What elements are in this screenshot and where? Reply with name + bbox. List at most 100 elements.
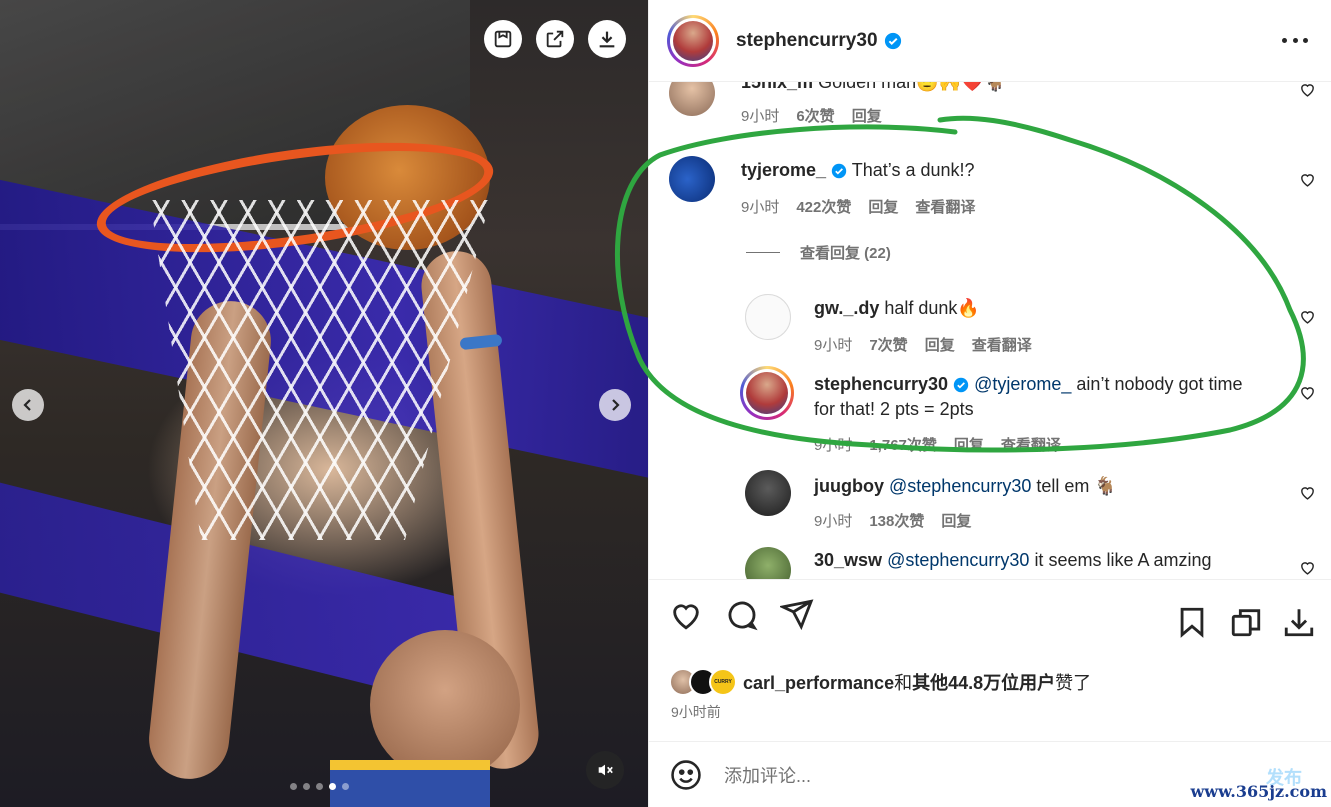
copy-icon[interactable] — [1229, 605, 1263, 639]
post-detail-panel: stephencurry30 15nix_m Golden man🫡🙌❤️🐐 9… — [648, 0, 1331, 807]
view-replies-button[interactable]: 查看回复 (22) — [746, 242, 891, 263]
comment-content: half dunk🔥 — [884, 298, 980, 318]
chevron-right-icon[interactable] — [599, 389, 631, 421]
comment-time: 9小时 — [741, 199, 780, 216]
view-replies-label: 查看回复 (22) — [800, 245, 891, 262]
watermark: www.365jz.com — [1190, 782, 1327, 801]
likes-summary[interactable]: CURRY carl_performance和其他44.8万位用户赞了 — [669, 668, 1091, 696]
comment-time: 9小时 — [814, 513, 853, 530]
likes-suffix: 赞了 — [1055, 673, 1092, 693]
comment-mention[interactable]: @stephencurry30 — [889, 476, 1031, 496]
comment-content: for that! 2 pts = 2pts — [814, 399, 974, 419]
hoop-net — [150, 200, 490, 540]
open-external-icon[interactable] — [536, 20, 574, 58]
commenter-avatar[interactable] — [669, 82, 715, 116]
comment-username[interactable]: stephencurry30 — [814, 374, 948, 394]
comment-like-count[interactable]: 7次赞 — [869, 334, 907, 355]
comment-time: 9小时 — [814, 437, 853, 454]
comment-like-count[interactable]: 6次赞 — [796, 105, 834, 126]
carousel-dot — [290, 783, 297, 790]
see-translation-button[interactable]: 查看翻译 — [915, 196, 975, 217]
comment-text: tyjerome_ That’s a dunk!? — [741, 158, 975, 183]
comment-text: 15nix_m Golden man🫡🙌❤️🐐 — [741, 82, 1006, 95]
comment-content: That’s a dunk!? — [851, 160, 975, 180]
save-to-collection-icon[interactable] — [484, 20, 522, 58]
carousel-dot — [303, 783, 310, 790]
comment-username[interactable]: juugboy — [814, 476, 884, 496]
comment-mention[interactable]: @tyjerome_ — [974, 374, 1071, 394]
comment-username[interactable]: tyjerome_ — [741, 160, 826, 180]
post-actions — [649, 579, 1331, 661]
comment-username[interactable]: gw._.dy — [814, 298, 879, 318]
reply-button[interactable]: 回复 — [852, 105, 882, 126]
heart-icon[interactable] — [1299, 82, 1316, 98]
player-jersey — [330, 760, 490, 807]
heart-icon[interactable] — [1299, 384, 1316, 401]
comment-text: 30_wsw @stephencurry30 it seems like A a… — [814, 548, 1212, 573]
reply-button[interactable]: 回复 — [954, 434, 984, 455]
comment-like-count[interactable]: 422次赞 — [796, 196, 851, 217]
commenter-avatar[interactable] — [745, 470, 791, 516]
see-translation-button[interactable]: 查看翻译 — [972, 334, 1032, 355]
comment-username[interactable]: 30_wsw — [814, 550, 882, 570]
comment-content: ain’t nobody got time — [1076, 374, 1243, 394]
post-media[interactable] — [0, 0, 648, 807]
download-icon[interactable] — [588, 20, 626, 58]
liker-avatars: CURRY — [669, 668, 737, 696]
likes-connector: 和 — [894, 673, 913, 693]
liker-username[interactable]: carl_performance — [743, 673, 894, 693]
commenter-avatar[interactable] — [669, 156, 715, 202]
comment-text: juugboy @stephencurry30 tell em 🐐 — [814, 474, 1117, 499]
comments-list[interactable]: 15nix_m Golden man🫡🙌❤️🐐 9小时 6次赞 回复 tyjer… — [649, 82, 1331, 579]
verified-badge-icon — [831, 164, 847, 179]
verified-badge-icon — [884, 32, 901, 49]
likes-text: carl_performance和其他44.8万位用户赞了 — [743, 669, 1091, 695]
curry-brand-avatar: CURRY — [709, 668, 737, 696]
comment-time: 9小时 — [741, 108, 780, 125]
comment-content: it seems like A amzing — [1034, 550, 1212, 570]
download-icon[interactable] — [1282, 605, 1316, 639]
comment-like-count[interactable]: 138次赞 — [869, 510, 924, 531]
commenter-avatar[interactable] — [745, 294, 791, 340]
emoji-icon[interactable] — [669, 758, 703, 792]
post-time: 9小时前 — [671, 704, 721, 720]
author-username[interactable]: stephencurry30 — [736, 30, 878, 52]
reply-button[interactable]: 回复 — [941, 510, 971, 531]
heart-icon[interactable] — [1299, 559, 1316, 576]
comment-meta: 9小时 1,767次赞 回复 查看翻译 — [814, 434, 1061, 455]
carousel-dot — [316, 783, 323, 790]
chevron-left-icon[interactable] — [12, 389, 44, 421]
comment-content: tell em 🐐 — [1036, 476, 1117, 496]
see-translation-button[interactable]: 查看翻译 — [1001, 434, 1061, 455]
comment-icon[interactable] — [725, 598, 759, 632]
heart-icon[interactable] — [1299, 308, 1316, 325]
comment-content: Golden man🫡🙌❤️🐐 — [818, 82, 1006, 92]
author-avatar[interactable] — [667, 14, 719, 67]
carousel-dot — [342, 783, 349, 790]
likes-others-count[interactable]: 其他44.8万位用户 — [912, 673, 1055, 693]
heart-icon[interactable] — [1299, 484, 1316, 501]
comment-like-count[interactable]: 1,767次赞 — [869, 434, 937, 455]
comment-meta: 9小时 422次赞 回复 查看翻译 — [741, 196, 975, 217]
commenter-avatar[interactable] — [745, 547, 791, 579]
reply-button[interactable]: 回复 — [868, 196, 898, 217]
comment-meta: 9小时 7次赞 回复 查看翻译 — [814, 334, 1032, 355]
verified-badge-icon — [953, 378, 969, 393]
share-icon[interactable] — [780, 597, 814, 631]
muted-speaker-icon[interactable] — [586, 751, 624, 789]
bookmark-icon[interactable] — [1175, 605, 1209, 639]
heart-icon[interactable] — [1299, 171, 1316, 188]
reply-button[interactable]: 回复 — [925, 334, 955, 355]
comment-input[interactable]: 添加评论... — [724, 762, 811, 788]
comment-mention[interactable]: @stephencurry30 — [887, 550, 1029, 570]
post-header: stephencurry30 — [649, 0, 1331, 82]
comment-time: 9小时 — [814, 337, 853, 354]
divider-line — [746, 252, 780, 253]
heart-icon[interactable] — [669, 598, 703, 632]
commenter-avatar[interactable] — [740, 366, 794, 420]
comment-text: stephencurry30 @tyjerome_ ain’t nobody g… — [814, 372, 1284, 422]
comment-username[interactable]: 15nix_m — [741, 82, 813, 92]
comment-meta: 9小时 6次赞 回复 — [741, 105, 882, 126]
more-options-icon[interactable] — [1282, 30, 1308, 50]
comment-text: gw._.dy half dunk🔥 — [814, 296, 980, 321]
